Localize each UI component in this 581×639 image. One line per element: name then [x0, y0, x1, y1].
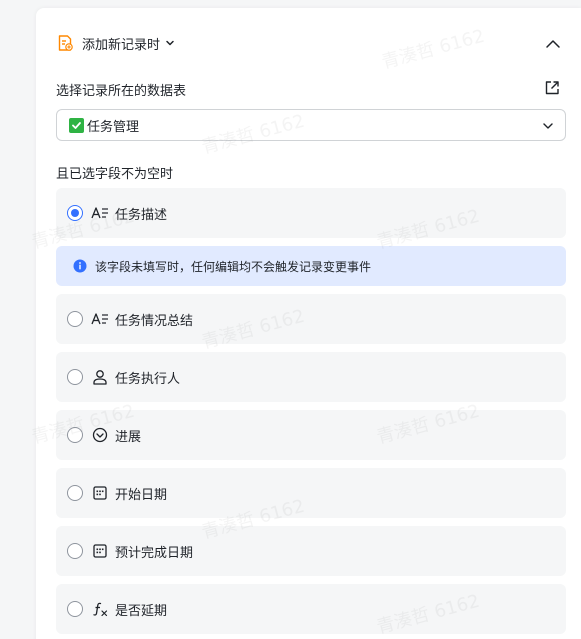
calendar-icon — [93, 544, 107, 558]
person-icon — [93, 370, 107, 385]
trigger-config-panel: 添加新记录时 选择记录所在的数据表 任务管理 且已选字段不为空时 任务描述 该字… — [36, 8, 581, 639]
field-item-task-description[interactable]: 任务描述 — [56, 188, 566, 238]
caret-down-icon[interactable] — [164, 37, 176, 49]
field-label: 任务情况总结 — [115, 313, 194, 329]
fields-section-label: 且已选字段不为空时 — [56, 167, 174, 182]
table-select[interactable]: 任务管理 — [56, 109, 566, 141]
notice-text: 该字段未填写时，任何编辑均不会触发记录变更事件 — [95, 259, 372, 274]
field-label: 进展 — [115, 429, 142, 445]
radio-button[interactable] — [67, 427, 83, 443]
formula-icon — [93, 602, 108, 617]
info-notice: 该字段未填写时，任何编辑均不会触发记录变更事件 — [56, 246, 566, 286]
field-label: 任务执行人 — [115, 371, 181, 387]
radio-button[interactable] — [67, 485, 83, 501]
field-item-task-assignee[interactable]: 任务执行人 — [56, 352, 566, 402]
table-select-label: 选择记录所在的数据表 — [56, 84, 187, 99]
field-label: 是否延期 — [115, 603, 168, 619]
field-item-task-summary[interactable]: 任务情况总结 — [56, 294, 566, 344]
chevron-up-icon[interactable] — [543, 34, 563, 54]
text-field-icon — [91, 207, 108, 219]
radio-button[interactable] — [67, 369, 83, 385]
field-item-start-date[interactable]: 开始日期 — [56, 468, 566, 518]
field-label: 开始日期 — [115, 487, 168, 503]
radio-button[interactable] — [67, 543, 83, 559]
field-item-is-delayed[interactable]: 是否延期 — [56, 584, 566, 634]
left-background — [0, 0, 36, 639]
trigger-header[interactable]: 添加新记录时 — [56, 30, 561, 56]
text-field-icon — [91, 313, 108, 325]
doc-add-icon — [58, 35, 73, 51]
chevron-down-icon — [543, 123, 553, 129]
check-mark-icon — [69, 117, 84, 133]
field-label: 预计完成日期 — [115, 545, 194, 561]
info-icon — [73, 259, 87, 273]
calendar-icon — [93, 486, 107, 500]
radio-button[interactable] — [67, 601, 83, 617]
trigger-title: 添加新记录时 — [82, 37, 161, 53]
field-item-progress[interactable]: 进展 — [56, 410, 566, 460]
field-item-expected-finish-date[interactable]: 预计完成日期 — [56, 526, 566, 576]
radio-button[interactable] — [67, 311, 83, 327]
table-select-value: 任务管理 — [87, 119, 140, 135]
radio-button[interactable] — [67, 205, 83, 221]
field-label: 任务描述 — [115, 207, 168, 223]
single-select-icon — [92, 427, 108, 443]
external-link-icon[interactable] — [543, 79, 561, 97]
